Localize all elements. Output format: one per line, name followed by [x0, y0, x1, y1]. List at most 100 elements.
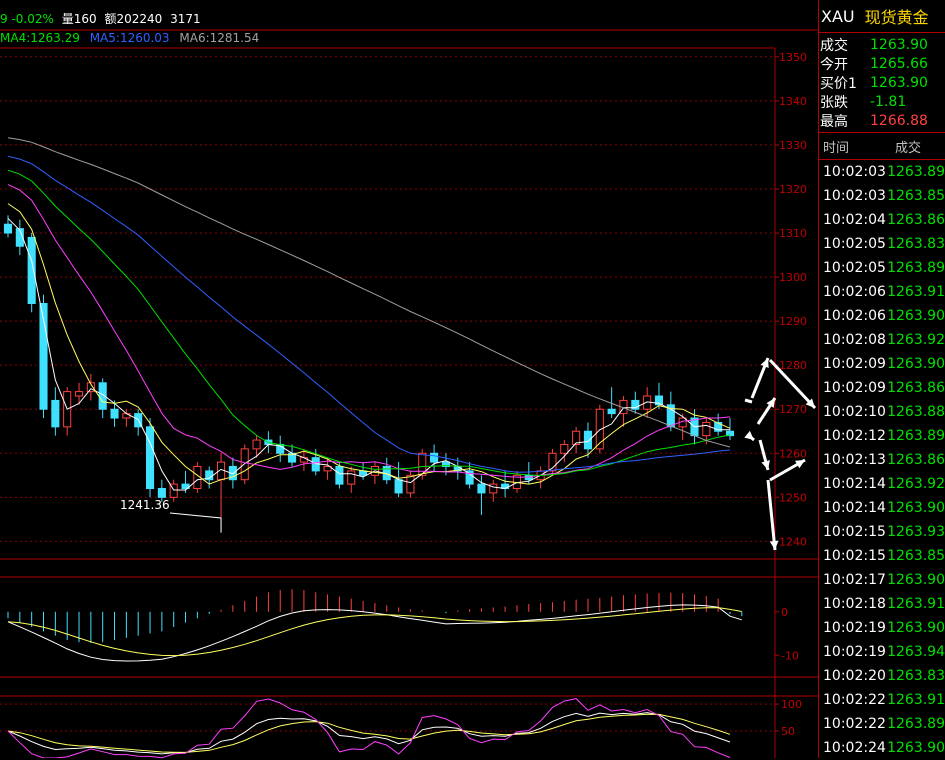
- tick-row: 10:02:04 1263.86: [819, 208, 945, 232]
- tick-row: 10:02:08 1263.92: [819, 328, 945, 352]
- amount-text: 额202240: [104, 12, 163, 26]
- tick-price: 1263.89: [887, 428, 945, 444]
- tick-price: 1263.86: [887, 212, 945, 228]
- tick-price: 1263.85: [887, 188, 945, 204]
- macd-dif-line: [7, 604, 742, 662]
- tick-price: 1263.86: [887, 452, 945, 468]
- quote-row-value: 1263.90: [870, 74, 928, 91]
- candle-body: [489, 483, 498, 494]
- annotation-stroke: [744, 398, 753, 404]
- tick-row: 10:02:19 1263.90: [819, 616, 945, 640]
- price-tick-label: 1280: [779, 359, 807, 372]
- candle-body: [51, 399, 60, 428]
- tick-price: 1263.94: [887, 644, 945, 660]
- annotation-arrowhead: [744, 430, 754, 440]
- quote-row-label: 成交: [820, 37, 848, 54]
- tick-price: 1263.88: [887, 404, 945, 420]
- candle-body: [560, 443, 569, 454]
- tick-price: 1263.91: [887, 596, 945, 612]
- extra-text: 3171: [170, 12, 201, 26]
- tick-time: 10:02:20: [823, 668, 886, 684]
- tick-time: 10:02:09: [823, 356, 886, 372]
- kdj-tick-label: 100: [781, 698, 802, 711]
- price-tick-label: 1300: [779, 271, 807, 284]
- ma5-line: [7, 155, 731, 473]
- tick-time: 10:02:17: [823, 572, 886, 588]
- candle-body: [299, 457, 308, 463]
- kdj-d-line: [7, 713, 731, 753]
- quote-row: 张跌 -1.81: [819, 92, 945, 111]
- tick-row: 10:02:10 1263.88: [819, 400, 945, 424]
- tick-time: 10:02:15: [823, 524, 886, 540]
- instrument-name: 现货黄金: [864, 8, 929, 27]
- ma3-line: [7, 184, 731, 478]
- kdj-j-line: [7, 698, 731, 758]
- tick-time: 10:02:03: [823, 164, 886, 180]
- tick-list[interactable]: 10:02:03 1263.89 10:02:03 1263.85 10:02:04 12…: [819, 160, 945, 760]
- tick-price: 1263.90: [887, 356, 945, 372]
- tick-row: 10:02:05 1263.83: [819, 232, 945, 256]
- kdj-tick-label: 50: [781, 725, 795, 738]
- ma6-label: MA6:1281.54: [179, 31, 260, 45]
- tick-time: 10:02:24: [823, 740, 886, 756]
- candle-body: [27, 236, 36, 304]
- price-tick-label: 1320: [779, 183, 807, 196]
- tick-time: 10:02:09: [823, 380, 886, 396]
- ma-legend: MA4:1263.29 MA5:1260.03 MA6:1281.54: [0, 31, 259, 45]
- tick-price: 1263.86: [887, 380, 945, 396]
- candle-body: [702, 421, 711, 437]
- candle-body: [110, 408, 119, 419]
- tick-time: 10:02:13: [823, 452, 886, 468]
- price-tick-label: 1290: [779, 315, 807, 328]
- tick-row: 10:02:03 1263.89: [819, 160, 945, 184]
- candle-body: [406, 474, 415, 494]
- tick-row: 10:02:19 1263.94: [819, 640, 945, 664]
- quote-row: 今开 1265.66: [819, 54, 945, 73]
- macd-tick-label: 0: [781, 606, 788, 619]
- candle-body: [607, 408, 616, 415]
- quote-row: 最高 1266.88: [819, 111, 945, 130]
- tick-time: 10:02:08: [823, 332, 886, 348]
- tick-price: 1263.83: [887, 236, 945, 252]
- tick-row: 10:02:22 1263.91: [819, 688, 945, 712]
- price-tick-label: 1340: [779, 95, 807, 108]
- tick-price: 1263.90: [887, 740, 945, 756]
- tick-time: 10:02:22: [823, 716, 886, 732]
- tick-row: 10:02:12 1263.89: [819, 424, 945, 448]
- price-tick-label: 1350: [779, 51, 807, 64]
- change-text: 9 -0.02%: [0, 12, 54, 26]
- low-marker-line: [169, 512, 222, 533]
- tick-row: 10:02:17 1263.90: [819, 568, 945, 592]
- candle-body: [145, 426, 155, 490]
- tick-time: 10:02:19: [823, 620, 886, 636]
- quote-row: 成交 1263.90: [819, 35, 945, 54]
- quote-row-label: 最高: [820, 113, 848, 130]
- kline-chart-area[interactable]: 1350 1340 1330 1320 1310 1300 1290 1280 1270 1260…: [0, 0, 818, 758]
- ma5-label: MA5:1260.03: [89, 31, 170, 45]
- price-tick-label: 1310: [779, 227, 807, 240]
- price-tick-label: 1240: [779, 535, 807, 548]
- candle-body: [430, 452, 439, 463]
- candle-body: [74, 391, 84, 397]
- quote-row: 买价1 1263.90: [819, 73, 945, 92]
- tick-row: 10:02:14 1263.90: [819, 496, 945, 520]
- tick-price: 1263.92: [887, 476, 945, 492]
- quote-summary: 成交 1263.90 今开 1265.66 买价1 1263.90 张跌 -1.81 最高 126…: [819, 33, 945, 133]
- tick-price: 1263.89: [887, 260, 945, 276]
- quote-row-label: 今开: [820, 56, 848, 73]
- ticks-time-header: 时间: [823, 140, 850, 156]
- tick-price: 1263.90: [887, 572, 945, 588]
- volume-text: 量160: [61, 12, 97, 26]
- candle-body: [240, 448, 249, 481]
- tick-row: 10:02:24 1263.90: [819, 736, 945, 760]
- tick-row: 10:02:15 1263.93: [819, 520, 945, 544]
- tick-row: 10:02:13 1263.86: [819, 448, 945, 472]
- candle-body: [3, 223, 13, 234]
- tick-price: 1263.90: [887, 308, 945, 324]
- tick-time: 10:02:18: [823, 596, 886, 612]
- ma4-line: [7, 169, 731, 477]
- tick-time: 10:02:06: [823, 308, 886, 324]
- quote-row-value: 1266.88: [870, 112, 928, 129]
- tick-price: 1263.92: [887, 332, 945, 348]
- candle-body: [252, 439, 261, 450]
